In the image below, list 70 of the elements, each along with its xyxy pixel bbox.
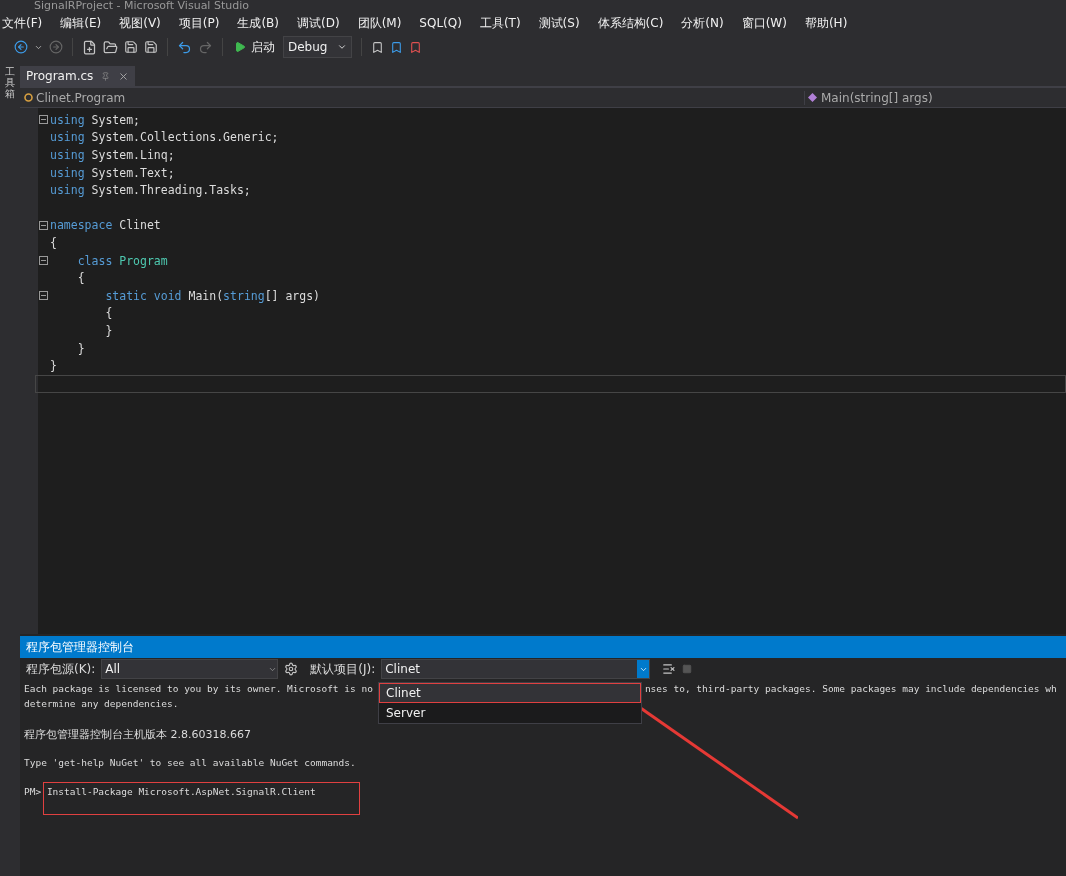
menu-item[interactable]: 帮助(H) — [804, 14, 855, 32]
toolbox-tab[interactable]: 工具箱 — [5, 66, 15, 876]
project-dropdown[interactable]: Clinet — [381, 659, 651, 679]
caret-icon — [337, 42, 348, 52]
prompt-text: PM> — [24, 786, 42, 799]
console-text: determine any dependencies. — [24, 698, 179, 711]
menu-item[interactable]: 生成(B) — [237, 14, 286, 32]
code-line: } — [104, 323, 113, 338]
collapse-icon[interactable] — [38, 220, 48, 230]
bookmark-icon[interactable] — [409, 40, 423, 54]
new-file-icon[interactable] — [82, 39, 97, 55]
menu-item[interactable]: SQL(Q) — [419, 16, 469, 30]
code-line: using System.Collections.Generic; — [50, 130, 279, 145]
menu-item[interactable]: 调试(D) — [297, 14, 347, 32]
menu-item[interactable]: 工具(T) — [479, 14, 528, 32]
code-line: namespace Clinet — [50, 218, 161, 233]
window-title: SignalRProject - Microsoft Visual Studio — [34, 0, 249, 12]
command-text: Install-Package Microsoft.AspNet.SignalR.Client — [45, 786, 316, 799]
clear-icon[interactable] — [662, 662, 677, 676]
code-line: { — [104, 306, 113, 321]
dropdown-option[interactable]: Clinet — [379, 683, 641, 703]
menu-item[interactable]: 项目(P) — [178, 14, 227, 32]
save-all-icon[interactable] — [144, 40, 158, 54]
menu-item[interactable]: 团队(M) — [357, 14, 409, 32]
code-line: { — [50, 235, 57, 250]
menu-item[interactable]: 测试(S) — [538, 14, 587, 32]
menu-item[interactable]: 编辑(E) — [60, 14, 109, 32]
back-icon[interactable] — [14, 40, 28, 54]
code-line: { — [76, 271, 85, 286]
console-text: nses to, third-party packages. Some packages may include dependencies wh — [644, 683, 1057, 696]
play-icon — [234, 41, 246, 53]
menu-item[interactable]: 文件(F) — [2, 14, 50, 32]
source-dropdown[interactable]: All — [101, 659, 279, 679]
configuration-combo[interactable]: Debug — [283, 36, 353, 58]
code-line: using System; — [50, 112, 140, 127]
menu-item[interactable]: 体系结构(C) — [597, 14, 671, 32]
type-scope-dropdown[interactable]: Clinet.Program — [36, 90, 126, 105]
menu-item[interactable]: 窗口(W) — [741, 14, 794, 32]
open-folder-icon[interactable] — [103, 39, 118, 55]
code-line: } — [76, 341, 85, 356]
menu-item[interactable]: 视图(V) — [119, 14, 168, 32]
code-line: static void Main(string[] args) — [104, 288, 321, 303]
method-icon — [808, 93, 817, 102]
settings-icon[interactable] — [284, 662, 299, 676]
console-text: Each package is licensed to you by its owner. Microsoft is no — [24, 683, 373, 696]
source-label: 程序包源(K): — [26, 660, 96, 678]
dropdown-option[interactable]: Server — [379, 703, 641, 723]
project-label: 默认项目(J): — [310, 660, 376, 678]
collapse-icon[interactable] — [38, 291, 48, 301]
start-button[interactable]: 启动 — [232, 38, 277, 56]
bookmark-icon[interactable] — [390, 40, 404, 54]
member-dropdown[interactable]: Main(string[] args) — [821, 90, 933, 105]
redo-icon[interactable] — [198, 39, 213, 55]
code-line: using System.Text; — [50, 165, 175, 180]
undo-icon[interactable] — [177, 39, 192, 55]
class-icon — [24, 93, 33, 102]
document-tab[interactable]: Program.cs — [20, 66, 136, 86]
panel-title: 程序包管理器控制台 — [20, 636, 1066, 658]
menu-item[interactable]: 分析(N) — [681, 14, 731, 32]
version-text: 程序包管理器控制台主机版本 2.8.60318.667 — [24, 728, 251, 741]
code-line: using System.Threading.Tasks; — [50, 183, 251, 198]
save-icon[interactable] — [124, 40, 138, 54]
console-text: Type 'get-help NuGet' to see all available NuGet commands. — [24, 757, 356, 770]
collapse-icon[interactable] — [38, 256, 48, 266]
code-line: } — [50, 359, 57, 374]
bookmark-icon[interactable] — [371, 40, 385, 54]
close-icon[interactable] — [118, 70, 130, 82]
code-line: class Program — [76, 253, 168, 268]
collapse-icon[interactable] — [38, 115, 48, 125]
code-line: using System.Linq; — [50, 148, 175, 162]
